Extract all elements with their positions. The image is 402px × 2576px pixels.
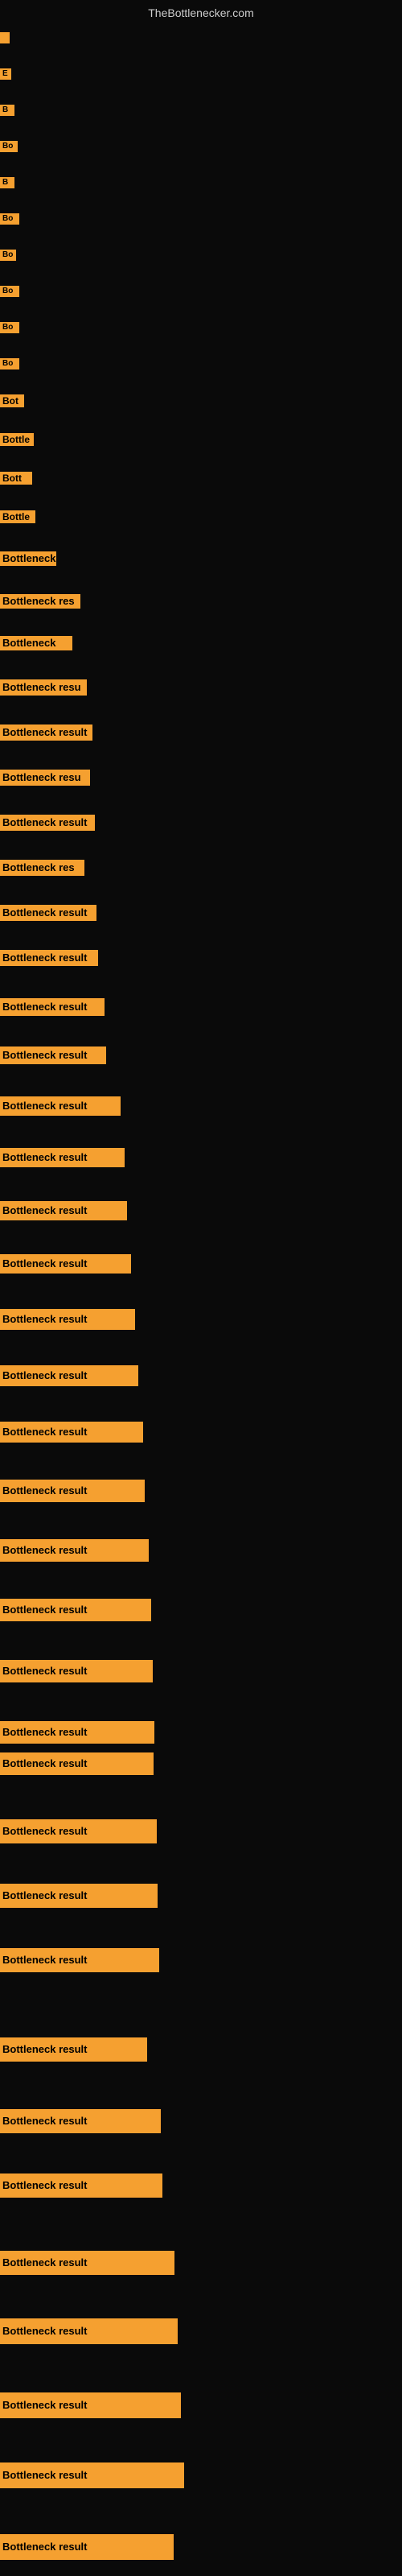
bottleneck-label-16: Bottleneck res <box>0 594 80 609</box>
bottleneck-label-11: Bot <box>0 394 24 407</box>
bottleneck-label-41: Bottleneck result <box>0 1884 158 1908</box>
bottleneck-label-48: Bottleneck result <box>0 2392 181 2418</box>
bottleneck-label-28: Bottleneck result <box>0 1148 125 1167</box>
bottleneck-label-47: Bottleneck result <box>0 2318 178 2344</box>
bottleneck-label-36: Bottleneck result <box>0 1599 151 1621</box>
bottleneck-label-23: Bottleneck result <box>0 905 96 921</box>
bottleneck-label-40: Bottleneck result <box>0 1819 157 1843</box>
bottleneck-label-30: Bottleneck result <box>0 1254 131 1274</box>
bottleneck-label-49: Bottleneck result <box>0 2462 184 2488</box>
bottleneck-label-2: E <box>0 68 11 80</box>
bottleneck-label-24: Bottleneck result <box>0 950 98 966</box>
bottleneck-label-9: Bo <box>0 322 19 333</box>
site-title: TheBottlenecker.com <box>148 6 254 19</box>
bottleneck-label-37: Bottleneck result <box>0 1660 153 1682</box>
bottleneck-label-5: B <box>0 177 14 188</box>
bottleneck-label-14: Bottle <box>0 510 35 523</box>
bottleneck-label-35: Bottleneck result <box>0 1539 149 1562</box>
bottleneck-label-19: Bottleneck result <box>0 724 92 741</box>
bottleneck-label-26: Bottleneck result <box>0 1046 106 1064</box>
bottleneck-label-50: Bottleneck result <box>0 2534 174 2560</box>
bottleneck-label-42: Bottleneck result <box>0 1948 159 1972</box>
bottleneck-label-33: Bottleneck result <box>0 1422 143 1443</box>
bottleneck-label-46: Bottleneck result <box>0 2251 174 2275</box>
bottleneck-label-3: B <box>0 105 14 116</box>
bottleneck-label-31: Bottleneck result <box>0 1309 135 1330</box>
bottleneck-label-15: Bottleneck <box>0 551 56 566</box>
bottleneck-label-8: Bo <box>0 286 19 297</box>
bottleneck-label-38: Bottleneck result <box>0 1721 154 1744</box>
bottleneck-label-6: Bo <box>0 213 19 225</box>
bottleneck-label-39: Bottleneck result <box>0 1752 154 1775</box>
bottleneck-label-21: Bottleneck result <box>0 815 95 831</box>
bottleneck-label-45: Bottleneck result <box>0 2174 162 2198</box>
bottleneck-label-7: Bo <box>0 250 16 261</box>
bottleneck-label-34: Bottleneck result <box>0 1480 145 1502</box>
bottleneck-label-18: Bottleneck resu <box>0 679 87 696</box>
bottleneck-label-20: Bottleneck resu <box>0 770 90 786</box>
bottleneck-label-25: Bottleneck result <box>0 998 105 1016</box>
bottleneck-label-4: Bo <box>0 141 18 152</box>
bottleneck-label-1 <box>0 32 10 43</box>
bottleneck-label-22: Bottleneck res <box>0 860 84 876</box>
bottleneck-label-27: Bottleneck result <box>0 1096 121 1116</box>
bottleneck-label-12: Bottle <box>0 433 34 446</box>
bottleneck-label-13: Bott <box>0 472 32 485</box>
bottleneck-label-29: Bottleneck result <box>0 1201 127 1220</box>
bottleneck-label-32: Bottleneck result <box>0 1365 138 1386</box>
bottleneck-label-10: Bo <box>0 358 19 369</box>
bottleneck-label-43: Bottleneck result <box>0 2037 147 2062</box>
bottleneck-label-17: Bottleneck <box>0 636 72 650</box>
bottleneck-label-44: Bottleneck result <box>0 2109 161 2133</box>
